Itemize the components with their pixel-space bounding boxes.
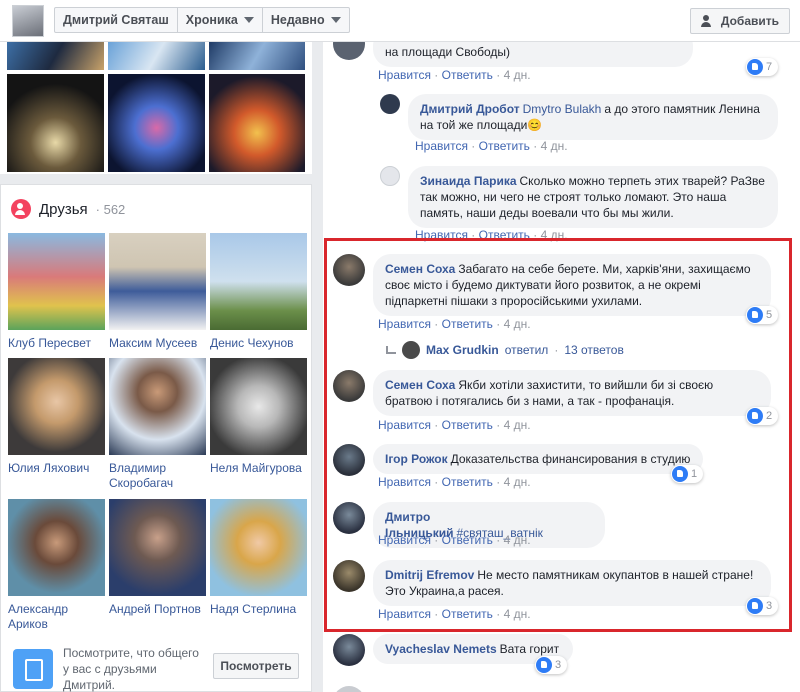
chevron-down-icon [243, 17, 254, 23]
separator: · [533, 139, 538, 153]
reaction-number: 7 [766, 61, 773, 73]
friend-name[interactable]: Надя Стерлина [210, 602, 307, 617]
friend-name[interactable]: Неля Майгурова [210, 461, 307, 476]
avatar[interactable] [333, 634, 365, 666]
separator: · [496, 68, 501, 82]
timeline-label: Хроника [185, 13, 238, 27]
friend-tile[interactable]: Максим Мусеев [109, 233, 206, 351]
friend-tile[interactable]: Александр Ариков [8, 499, 105, 632]
reaction-count[interactable]: 3 [535, 656, 568, 674]
friend-name[interactable]: Денис Чехунов [210, 336, 307, 351]
comment-actions: Нравится · Ответить · 4 дн. [415, 139, 568, 153]
comment-text: на площади Свободы) [385, 45, 511, 59]
friend-tile[interactable]: Владимир Скоробагач [109, 358, 206, 491]
profile-name-link[interactable]: Дмитрий Святаш [55, 8, 178, 32]
comment-time[interactable]: 4 дн. [504, 68, 531, 82]
reply-link[interactable]: Ответить [479, 139, 530, 153]
friend-name[interactable]: Максим Мусеев [109, 336, 206, 351]
friend-tile[interactable]: Клуб Пересвет [8, 233, 105, 351]
friend-photo[interactable] [109, 233, 206, 330]
friends-header[interactable]: Друзья · 562 [11, 199, 125, 219]
timeline-dropdown[interactable]: Хроника [178, 8, 263, 32]
friend-tile[interactable]: Денис Чехунов [210, 233, 307, 351]
profile-name: Дмитрий Святаш [63, 13, 169, 27]
friend-photo[interactable] [8, 499, 105, 596]
comment-time[interactable]: 4 дн. [541, 139, 568, 153]
friend-photo[interactable] [210, 358, 307, 455]
avatar[interactable] [333, 686, 365, 692]
friends-count: · 562 [95, 201, 126, 217]
friend-name[interactable]: Александр Ариков [8, 602, 105, 632]
separator: · [434, 68, 439, 82]
friend-name[interactable]: Юлия Ляхович [8, 461, 105, 476]
friend-tile[interactable]: Надя Стерлина [210, 499, 307, 617]
highlight-box [324, 238, 792, 632]
comment-bubble: Дмитрий Дробот Dmytro Bulakh а до этого па… [408, 94, 778, 140]
like-link[interactable]: Нравится [415, 139, 468, 153]
photo-thumbnail[interactable] [209, 42, 305, 70]
friend-name[interactable]: Андрей Портнов [109, 602, 206, 617]
friend-tile[interactable]: Неля Майгурова [210, 358, 307, 476]
top-bar: Дмитрий Святаш Хроника Недавно Добавить [0, 0, 800, 42]
separator: · [471, 139, 476, 153]
comment-text: Вата горит [499, 642, 560, 656]
comment-author[interactable]: Дмитрий Дробот [420, 102, 520, 116]
friend-photo[interactable] [109, 499, 206, 596]
mention-tag[interactable]: Dmytro Bulakh [523, 102, 602, 116]
add-friend-icon [700, 15, 715, 27]
photo-thumbnail[interactable] [209, 74, 305, 172]
like-link[interactable]: Нравится [378, 68, 431, 82]
avatar[interactable] [333, 42, 365, 60]
friend-photo[interactable] [210, 233, 307, 330]
friend-photo[interactable] [210, 499, 307, 596]
avatar[interactable] [380, 166, 400, 186]
comment-bubble: на площади Свободы) [373, 42, 693, 67]
friend-photo[interactable] [109, 358, 206, 455]
friends-title: Друзья [39, 200, 88, 218]
reaction-number: 3 [555, 659, 562, 671]
recent-dropdown[interactable]: Недавно [263, 8, 349, 32]
photos-card [0, 42, 312, 174]
friend-tile[interactable]: Юлия Ляхович [8, 358, 105, 476]
breadcrumb: Дмитрий Святаш Хроника Недавно [54, 7, 350, 33]
left-column: Друзья · 562 Клуб Пересвет Максим Мусеев… [0, 42, 312, 692]
friend-photo[interactable] [8, 358, 105, 455]
comment-author[interactable]: Vyacheslav Nemets [385, 642, 497, 656]
friends-icon [11, 199, 31, 219]
recent-label: Недавно [270, 13, 325, 27]
photo-thumbnail[interactable] [7, 74, 104, 172]
reaction-count[interactable]: 7 [746, 58, 779, 76]
photo-thumbnail[interactable] [7, 42, 104, 70]
avatar[interactable] [380, 94, 400, 114]
friend-tile[interactable]: Андрей Портнов [109, 499, 206, 617]
photo-thumbnail[interactable] [108, 42, 205, 70]
add-friend-label: Добавить [720, 14, 779, 28]
profile-avatar[interactable] [12, 5, 44, 37]
reply-link[interactable]: Ответить [442, 68, 493, 82]
like-icon [536, 657, 552, 673]
comment-actions: Нравится · Ответить · 4 дн. [378, 68, 531, 82]
comment-author[interactable]: Зинаида Парика [420, 174, 517, 188]
mutual-friends-icon [13, 649, 53, 689]
friend-photo[interactable] [8, 233, 105, 330]
mutual-friends-text: Посмотрите, что общего у вас с друзьями … [63, 646, 199, 692]
comment-bubble: Зинаида Парика Сколько можно терпеть этих… [408, 166, 778, 228]
photo-thumbnail[interactable] [108, 74, 205, 172]
like-icon [747, 59, 763, 75]
friend-name[interactable]: Клуб Пересвет [8, 336, 105, 351]
add-friend-button[interactable]: Добавить [689, 8, 790, 34]
friends-card: Друзья · 562 Клуб Пересвет Максим Мусеев… [0, 184, 312, 692]
see-mutual-button[interactable]: Посмотреть [213, 653, 299, 679]
chevron-down-icon [330, 17, 341, 23]
friend-name[interactable]: Владимир Скоробагач [109, 461, 206, 491]
